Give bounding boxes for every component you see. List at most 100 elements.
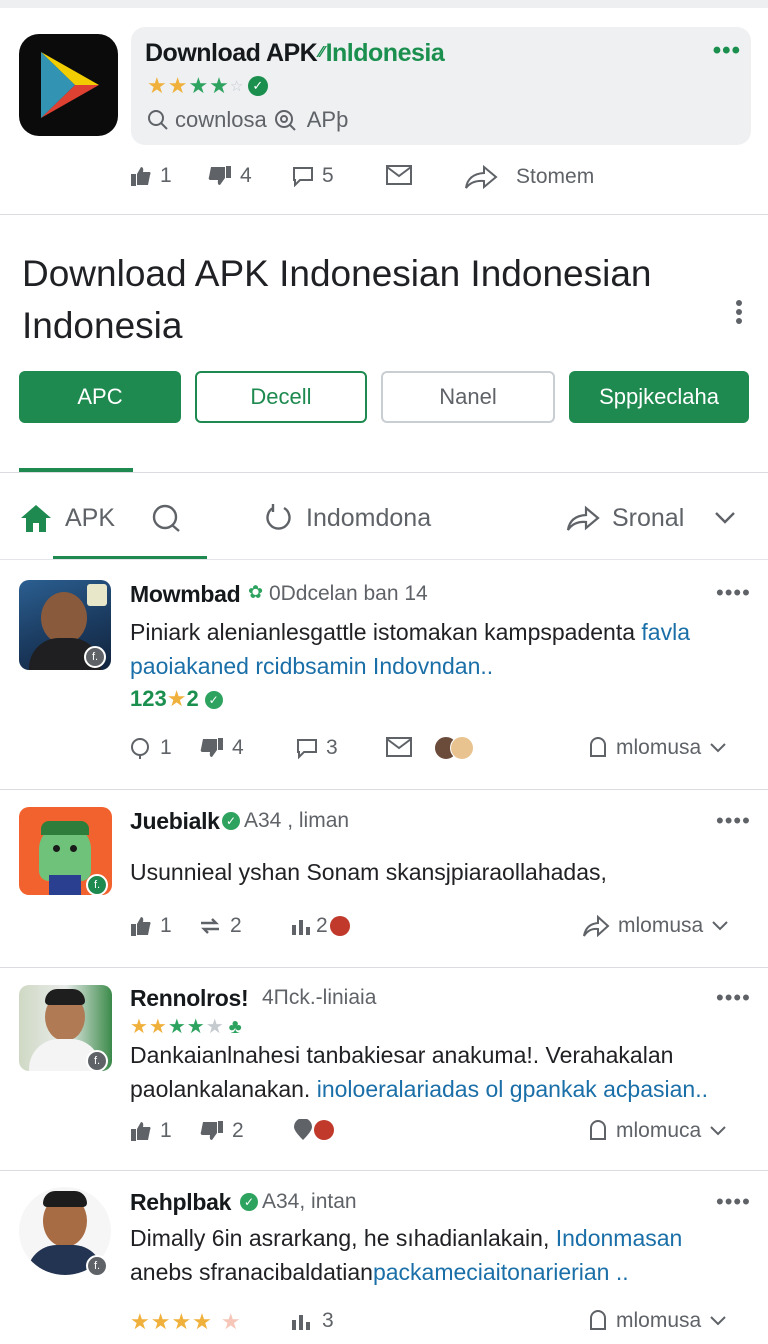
page-title: Download APK Indonesian Indonesian Indon…	[22, 253, 652, 346]
thumbs-down-icon	[208, 166, 231, 185]
leaf-badge-icon: ✿	[248, 582, 264, 602]
tab-apk[interactable]: APK	[19, 500, 115, 536]
verified-icon: ✓	[240, 1193, 258, 1211]
avatar-badge-icon: f.	[86, 1050, 108, 1072]
share-arrow-icon	[583, 914, 610, 938]
thumbs-up-icon	[131, 1122, 151, 1141]
share-arrow-icon	[566, 505, 600, 531]
star-icon: ★	[166, 686, 187, 711]
app-header-card: Download APK ⁄⁄Inldonesia ••• ★★★★☆ ✓ cown…	[131, 27, 751, 145]
tab-expand[interactable]	[714, 500, 736, 536]
target-search-icon	[274, 110, 296, 131]
bell-icon	[590, 1120, 606, 1140]
dislike-button[interactable]: 4	[206, 164, 252, 188]
mail-button[interactable]	[386, 736, 412, 758]
like-button[interactable]: 1	[130, 164, 172, 188]
emoji-reactions[interactable]	[434, 736, 474, 760]
divider	[0, 472, 768, 473]
verified-icon: ✓	[248, 76, 269, 96]
post-link[interactable]: inoloeralariadas ol gpankak acþasian..	[317, 1076, 708, 1102]
post-meta: ✓ A34 , liman	[222, 809, 349, 833]
chevron-down-icon	[715, 512, 735, 524]
pill-nanel[interactable]: Nanel	[381, 371, 555, 423]
header-actions: 1 4 5 Stomem	[130, 164, 750, 196]
more-button[interactable]: mlomusa	[588, 1309, 727, 1333]
post-author[interactable]: Rennolros!	[130, 985, 249, 1012]
reaction-button[interactable]	[292, 1119, 334, 1141]
post-link[interactable]: favla	[641, 619, 690, 645]
post-separator	[0, 1170, 768, 1171]
app-title: Download APK ⁄⁄Inldonesia	[145, 39, 445, 67]
post-actions: 1 2 mlomuca	[130, 1119, 740, 1149]
post-link[interactable]: paoiakaned rcidbsamin Indovndan..	[130, 653, 493, 679]
title-mark: ⁄⁄	[319, 44, 324, 61]
post-link[interactable]: packameciaitonarierian ..	[373, 1259, 629, 1285]
post-meta: 4Πck.-liniaia	[262, 986, 377, 1009]
post-more-icon[interactable]: ••••	[716, 1189, 751, 1215]
top-strip	[0, 0, 768, 8]
pill-apc[interactable]: APC	[19, 371, 181, 423]
tab-search[interactable]	[150, 500, 182, 536]
share-arrow-icon	[465, 164, 498, 190]
share-more-button[interactable]: mlomusa	[582, 914, 729, 938]
devil-emoji-icon	[329, 916, 350, 936]
post-more-icon[interactable]: ••••	[716, 985, 751, 1011]
chat-search-icon	[152, 504, 180, 532]
app-search-row[interactable]: cownlosa APþ	[147, 107, 348, 133]
tab-indomdona[interactable]: Indomdona	[262, 500, 431, 536]
repost-button[interactable]: 2	[198, 914, 242, 938]
chevron-down-icon	[710, 1316, 726, 1326]
share-button[interactable]: Stomem	[464, 164, 594, 190]
play-triangle-icon	[41, 52, 99, 118]
search-text: cownlosa	[175, 107, 267, 132]
reaction-button[interactable]: 1	[130, 736, 172, 760]
app-menu-dots[interactable]: •••	[713, 37, 741, 65]
repost-icon	[201, 918, 219, 934]
like-button[interactable]: 1	[130, 1119, 172, 1143]
repost-button[interactable]: 3	[290, 1309, 334, 1333]
comment-button[interactable]: 5	[292, 164, 334, 188]
more-button[interactable]: mlomusa	[588, 736, 727, 760]
mail-button[interactable]	[386, 164, 412, 186]
post-body: Usunnieal yshan Sonam skansjpiaraollahad…	[130, 859, 607, 885]
post-more-icon[interactable]: ••••	[716, 808, 751, 834]
post-author[interactable]: Rehplbak	[130, 1189, 231, 1216]
chart-reaction-icon	[292, 920, 310, 935]
dislike-button[interactable]: 4	[198, 736, 244, 760]
divider	[0, 559, 768, 560]
reaction-count[interactable]: 2	[290, 914, 350, 938]
verified-icon: ✓	[204, 691, 223, 709]
post-link[interactable]: Indonmasan	[556, 1225, 683, 1251]
post-stats: 123★2 ✓	[130, 686, 223, 712]
devil-emoji-icon	[314, 1120, 334, 1140]
search-suffix: APþ	[306, 107, 349, 132]
thumbs-up-icon	[131, 917, 151, 936]
dislike-button[interactable]: 2	[198, 1119, 244, 1143]
post-body: Dankaianlnahesi tanbakiesar anakuma!. Ve…	[130, 1042, 708, 1102]
thumbs-down-icon	[200, 738, 223, 757]
pill-decell[interactable]: Decell	[195, 371, 367, 423]
comment-icon	[293, 167, 313, 187]
overflow-menu-icon[interactable]	[734, 300, 744, 327]
tab-sronal[interactable]: Sronal	[566, 500, 684, 536]
post-author[interactable]: Mowmbad	[130, 581, 241, 608]
bell-icon	[590, 737, 606, 757]
post-author[interactable]: Juebialk	[130, 808, 220, 835]
play-store-app-icon[interactable]	[19, 34, 118, 136]
comment-button[interactable]: 3	[296, 736, 338, 760]
thumbs-down-icon	[200, 1121, 223, 1140]
avatar-badge-icon: f.	[86, 1255, 108, 1277]
avatar-badge-icon: f.	[86, 874, 108, 896]
comment-icon	[297, 739, 317, 759]
post-more-icon[interactable]: ••••	[716, 580, 751, 606]
post-rating: ★★★★★ ♣	[130, 1016, 243, 1038]
app-rating: ★★★★☆ ✓	[147, 73, 269, 99]
more-button[interactable]: mlomuca	[588, 1119, 727, 1143]
clover-icon: ♣	[228, 1016, 243, 1038]
post-rating: ★★★★ ★	[130, 1309, 242, 1334]
thumbs-up-icon	[131, 167, 151, 186]
mail-icon	[386, 737, 412, 757]
post-separator	[0, 967, 768, 968]
pill-sppjkeclaha[interactable]: Sppjkeclaha	[569, 371, 749, 423]
like-button[interactable]: 1	[130, 914, 172, 938]
